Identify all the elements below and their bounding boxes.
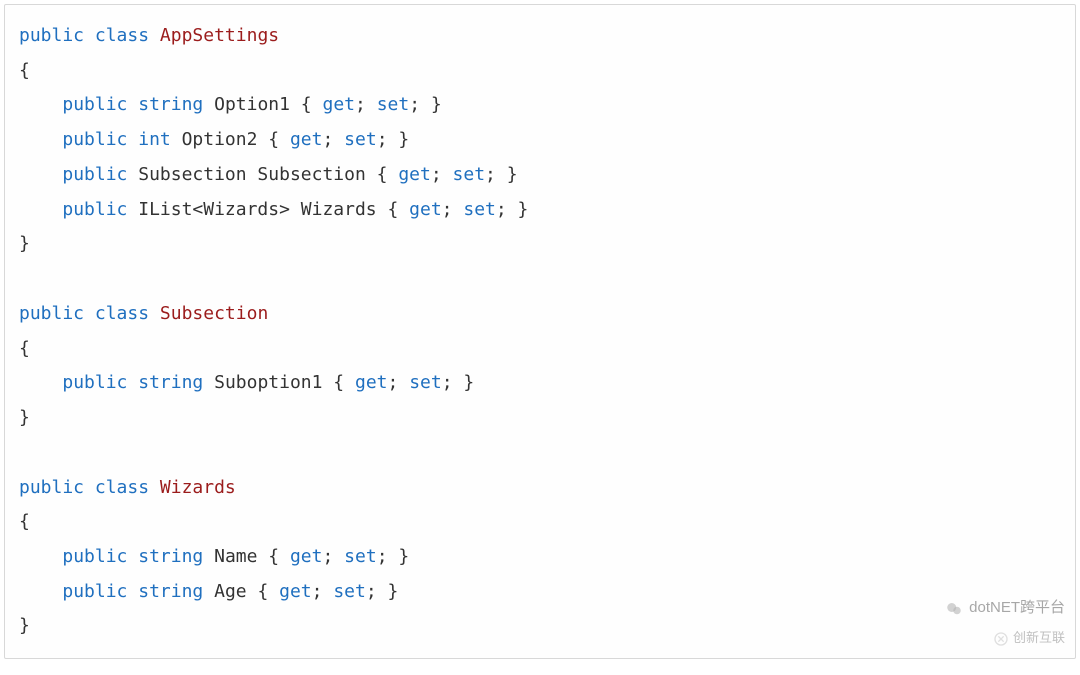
code-token: } [19, 615, 30, 636]
code-token: string [138, 581, 203, 602]
code-token: string [138, 94, 203, 115]
code-token: set [333, 581, 366, 602]
code-token: string [138, 372, 203, 393]
code-block: public class AppSettings { public string… [4, 4, 1076, 659]
code-token: get [290, 546, 323, 567]
code-token: public [19, 25, 84, 46]
code-content: public class AppSettings { public string… [19, 19, 1061, 644]
code-token [127, 94, 138, 115]
code-token: set [409, 372, 442, 393]
code-token: class [95, 477, 149, 498]
code-token: public [62, 581, 127, 602]
code-token: int [138, 129, 171, 150]
code-token [19, 164, 62, 185]
code-token [149, 303, 160, 324]
code-token [19, 94, 62, 115]
code-token: ; [322, 129, 344, 150]
code-token: ; } [496, 199, 529, 220]
code-token: set [344, 129, 377, 150]
code-token: ; } [442, 372, 475, 393]
code-token: get [290, 129, 323, 150]
code-token: class [95, 303, 149, 324]
code-token: Option2 { [171, 129, 290, 150]
code-token [127, 372, 138, 393]
code-token: public [19, 303, 84, 324]
code-token: ; [388, 372, 410, 393]
code-token: ; } [366, 581, 399, 602]
code-token [149, 25, 160, 46]
code-token: ; [355, 94, 377, 115]
code-token: } [19, 233, 30, 254]
code-token: set [344, 546, 377, 567]
code-token [19, 199, 62, 220]
code-token: Subsection Subsection { [127, 164, 398, 185]
code-token: public [19, 477, 84, 498]
code-token: public [62, 94, 127, 115]
code-token: public [62, 129, 127, 150]
code-token: IList<Wizards> Wizards { [127, 199, 409, 220]
code-token: Option1 { [203, 94, 322, 115]
code-token: AppSettings [160, 25, 279, 46]
code-token [19, 581, 62, 602]
code-token [149, 477, 160, 498]
code-token: get [398, 164, 431, 185]
code-token [19, 546, 62, 567]
code-token: get [322, 94, 355, 115]
code-token [127, 129, 138, 150]
code-token: Suboption1 { [203, 372, 355, 393]
code-token: { [19, 511, 30, 532]
code-token: Name { [203, 546, 290, 567]
code-token: get [279, 581, 312, 602]
code-token: ; } [377, 546, 410, 567]
code-token: public [62, 546, 127, 567]
code-token: ; } [485, 164, 518, 185]
code-token: ; [442, 199, 464, 220]
code-token: get [409, 199, 442, 220]
code-token: public [62, 199, 127, 220]
code-token [127, 546, 138, 567]
code-token: Age { [203, 581, 279, 602]
code-token: public [62, 164, 127, 185]
code-token: Subsection [160, 303, 268, 324]
code-token: Wizards [160, 477, 236, 498]
code-token: set [453, 164, 486, 185]
code-token: public [62, 372, 127, 393]
code-token [19, 129, 62, 150]
code-token: } [19, 407, 30, 428]
code-token: ; [312, 581, 334, 602]
code-token [19, 372, 62, 393]
code-token [84, 477, 95, 498]
code-token: ; } [377, 129, 410, 150]
code-token: get [355, 372, 388, 393]
code-token: string [138, 546, 203, 567]
code-token: class [95, 25, 149, 46]
code-token: { [19, 338, 30, 359]
code-token: ; [322, 546, 344, 567]
code-token: ; } [409, 94, 442, 115]
code-token: ; [431, 164, 453, 185]
code-token [84, 25, 95, 46]
code-token [127, 581, 138, 602]
code-token [84, 303, 95, 324]
code-token: { [19, 60, 30, 81]
code-token: set [377, 94, 410, 115]
code-token: set [463, 199, 496, 220]
